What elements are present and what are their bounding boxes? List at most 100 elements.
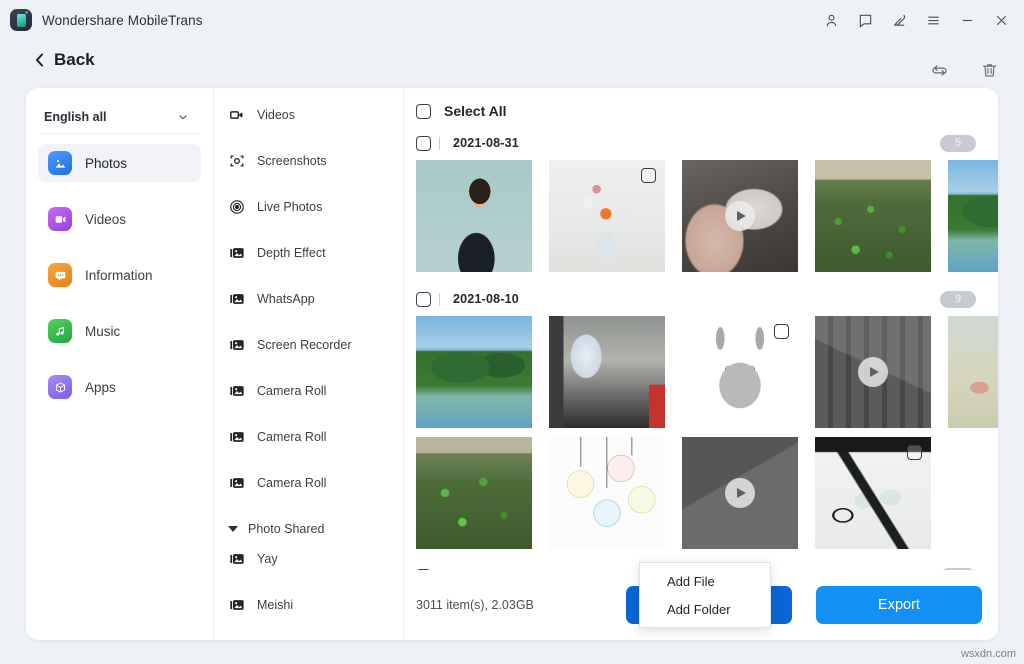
album-item-label: Camera Roll (257, 430, 326, 444)
thumbnail-portrait[interactable] (416, 160, 532, 272)
thumbnail-flowers-vase[interactable] (549, 160, 665, 272)
album-item-videos[interactable]: Videos (214, 100, 403, 130)
sidebar-item-information[interactable]: Information (38, 256, 201, 294)
thumbnail-keyboard-video[interactable] (815, 316, 931, 428)
close-button[interactable] (984, 5, 1018, 35)
photo-stack-icon (228, 383, 245, 400)
album-item-label: Camera Roll (257, 476, 326, 490)
apps-icon (48, 375, 72, 399)
album-item-label: Meishi (257, 598, 293, 612)
pen-icon[interactable] (882, 5, 916, 35)
video-camera-icon (228, 107, 245, 124)
sidebar-item-videos[interactable]: Videos (38, 200, 201, 238)
album-group-label: Photo Shared (248, 522, 324, 536)
album-item-label: Screenshots (257, 154, 326, 168)
album-item-label: WhatsApp (257, 292, 315, 306)
album-item-label: Camera Roll (257, 384, 326, 398)
sidebar-nav: Photos Videos (26, 144, 213, 406)
album-item-label: Depth Effect (257, 246, 326, 260)
photo-stack-icon (228, 245, 245, 262)
album-item-whatsapp[interactable]: WhatsApp (214, 284, 403, 314)
photos-icon (48, 151, 72, 175)
chevron-down-icon (177, 111, 189, 123)
section-checkbox[interactable] (416, 136, 431, 151)
section-date-label: 2021-08-10 (453, 292, 519, 306)
music-icon (48, 319, 72, 343)
thumbnail-earbuds-case[interactable] (682, 160, 798, 272)
language-selector-label: English all (44, 110, 107, 124)
sidebar-item-apps[interactable]: Apps (38, 368, 201, 406)
thumbnail-cable-shelf[interactable] (815, 437, 931, 549)
section-date-label: 2021-08-31 (453, 136, 519, 150)
select-all-checkbox[interactable] (416, 104, 431, 119)
select-all-label: Select All (444, 103, 507, 119)
menu-item-add-folder[interactable]: Add Folder (640, 595, 770, 623)
album-item-camera-roll-3[interactable]: Camera Roll (214, 468, 403, 498)
live-photo-icon (228, 199, 245, 216)
album-item-screen-recorder[interactable]: Screen Recorder (214, 330, 403, 360)
thumbnail-checkbox[interactable] (641, 168, 656, 183)
divider (439, 137, 440, 150)
photo-stack-icon (228, 291, 245, 308)
thumbnail-totoro-painting[interactable] (948, 316, 998, 428)
album-group-photo-shared[interactable]: Photo Shared (214, 514, 403, 544)
sidebar-item-label: Photos (85, 156, 127, 171)
divider (439, 293, 440, 306)
album-item-screenshots[interactable]: Screenshots (214, 146, 403, 176)
delete-icon[interactable] (976, 57, 1002, 83)
refresh-sync-icon[interactable] (926, 57, 952, 83)
thumbnail-infographic[interactable] (549, 437, 665, 549)
sidebar-item-label: Apps (85, 380, 116, 395)
export-button[interactable]: Export (816, 586, 982, 624)
account-icon[interactable] (814, 5, 848, 35)
album-item-camera-roll-2[interactable]: Camera Roll (214, 422, 403, 452)
thumbnail-checkbox[interactable] (907, 445, 922, 460)
album-item-label: Screen Recorder (257, 338, 352, 352)
date-section-header: 2021-08-10 9 (404, 284, 982, 314)
app-title: Wondershare MobileTrans (42, 13, 203, 28)
thumbnail-device-video[interactable] (682, 437, 798, 549)
menu-item-add-file[interactable]: Add File (640, 567, 770, 595)
thumbnail-green-plants-2[interactable] (416, 437, 532, 549)
back-label: Back (54, 50, 95, 70)
date-section-header: 2021-08-31 5 (404, 128, 982, 158)
album-item-camera-roll-1[interactable]: Camera Roll (214, 376, 403, 406)
section-checkbox[interactable] (416, 292, 431, 307)
caret-down-icon (228, 526, 238, 532)
thumbnail-office-desk[interactable] (549, 316, 665, 428)
minimize-button[interactable] (950, 5, 984, 35)
play-icon (858, 357, 888, 387)
play-icon (725, 201, 755, 231)
thumbnail-tropical-beach[interactable] (948, 160, 998, 272)
thumbnail-tropical-beach-2[interactable] (416, 316, 532, 428)
album-item-label: Live Photos (257, 200, 322, 214)
album-list: Videos Screenshots Live Photos (214, 88, 404, 640)
chat-bubble-icon[interactable] (848, 5, 882, 35)
gallery-panel: Select All 2021-08-31 5 (404, 88, 998, 640)
album-item-depth-effect[interactable]: Depth Effect (214, 238, 403, 268)
album-item-live-photos[interactable]: Live Photos (214, 192, 403, 222)
sidebar-item-photos[interactable]: Photos (38, 144, 201, 182)
sidebar-item-label: Videos (85, 212, 126, 227)
window-controls (814, 5, 1018, 35)
chevron-left-icon (34, 52, 45, 68)
language-selector[interactable]: English all (40, 100, 199, 134)
thumbnail-totoro-sketch[interactable] (682, 316, 798, 428)
album-item-meishi[interactable]: Meishi (214, 590, 403, 620)
main-panel: English all Photos Vid (26, 88, 998, 640)
gallery-scroll[interactable]: Select All 2021-08-31 5 (404, 88, 998, 570)
thumbnail-checkbox[interactable] (774, 324, 789, 339)
watermark: wsxdn.com (961, 648, 1016, 660)
album-item-label: Yay (257, 552, 278, 566)
back-button[interactable]: Back (34, 50, 95, 70)
photo-stack-icon (228, 597, 245, 614)
title-bar: Wondershare MobileTrans (0, 0, 1024, 40)
select-all-row[interactable]: Select All (404, 94, 982, 128)
sidebar-item-music[interactable]: Music (38, 312, 201, 350)
play-icon (725, 478, 755, 508)
hamburger-menu-icon[interactable] (916, 5, 950, 35)
thumbnail-green-plants[interactable] (815, 160, 931, 272)
sidebar-item-label: Music (85, 324, 120, 339)
album-item-yay[interactable]: Yay (214, 544, 403, 574)
screenshot-icon (228, 153, 245, 170)
